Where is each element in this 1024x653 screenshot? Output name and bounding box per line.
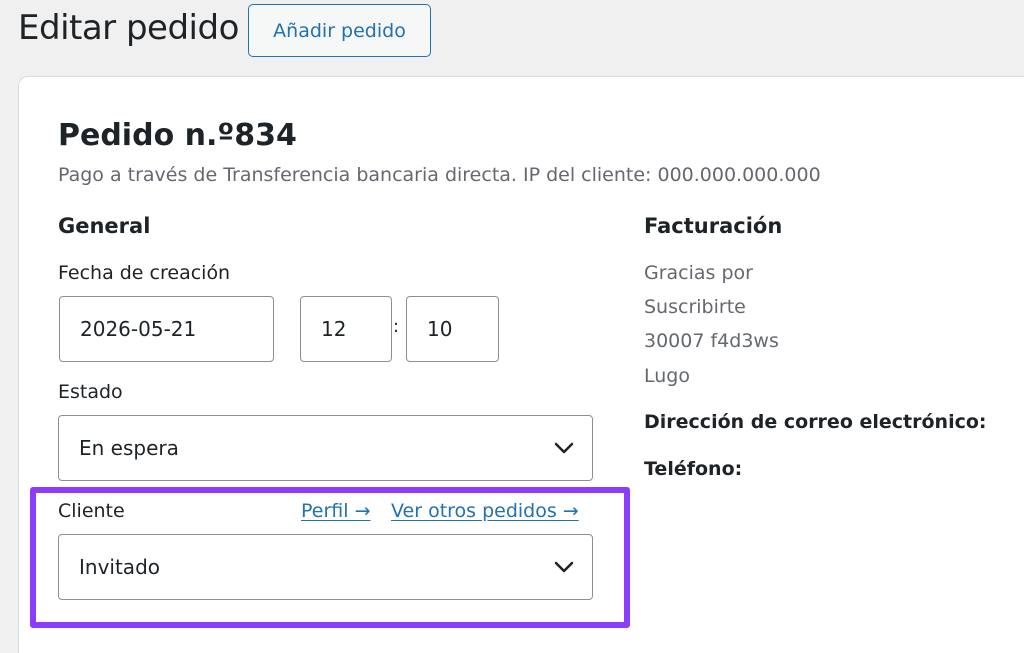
creation-date-label: Fecha de creación (58, 262, 231, 284)
chevron-down-icon (554, 442, 574, 454)
order-payment-meta: Pago a través de Transferencia bancaria … (58, 164, 821, 186)
time-separator: : (393, 316, 400, 337)
status-label: Estado (58, 381, 123, 403)
billing-phone-label: Teléfono: (644, 458, 743, 480)
customer-highlight-outline (30, 487, 630, 628)
general-section-title: General (58, 214, 151, 238)
order-heading: Pedido n.º834 (58, 118, 297, 153)
status-select-value: En espera (79, 436, 179, 460)
creation-hour-input[interactable]: 12 (300, 296, 392, 362)
add-order-button[interactable]: Añadir pedido (248, 4, 431, 57)
billing-section-title: Facturación (644, 214, 783, 238)
billing-address-line: Gracias por (644, 262, 753, 284)
creation-date-input[interactable]: 2026-05-21 (59, 296, 274, 362)
page-title: Editar pedido (18, 8, 239, 48)
creation-minute-input[interactable]: 10 (406, 296, 499, 362)
billing-address-line: 30007 f4d3ws (644, 330, 779, 352)
billing-address-line: Lugo (644, 365, 690, 387)
edit-order-page: Editar pedido Añadir pedido Pedido n.º83… (0, 0, 1024, 653)
status-select[interactable]: En espera (58, 415, 593, 481)
billing-email-label: Dirección de correo electrónico: (644, 411, 987, 433)
billing-address-line: Suscribirte (644, 296, 746, 318)
